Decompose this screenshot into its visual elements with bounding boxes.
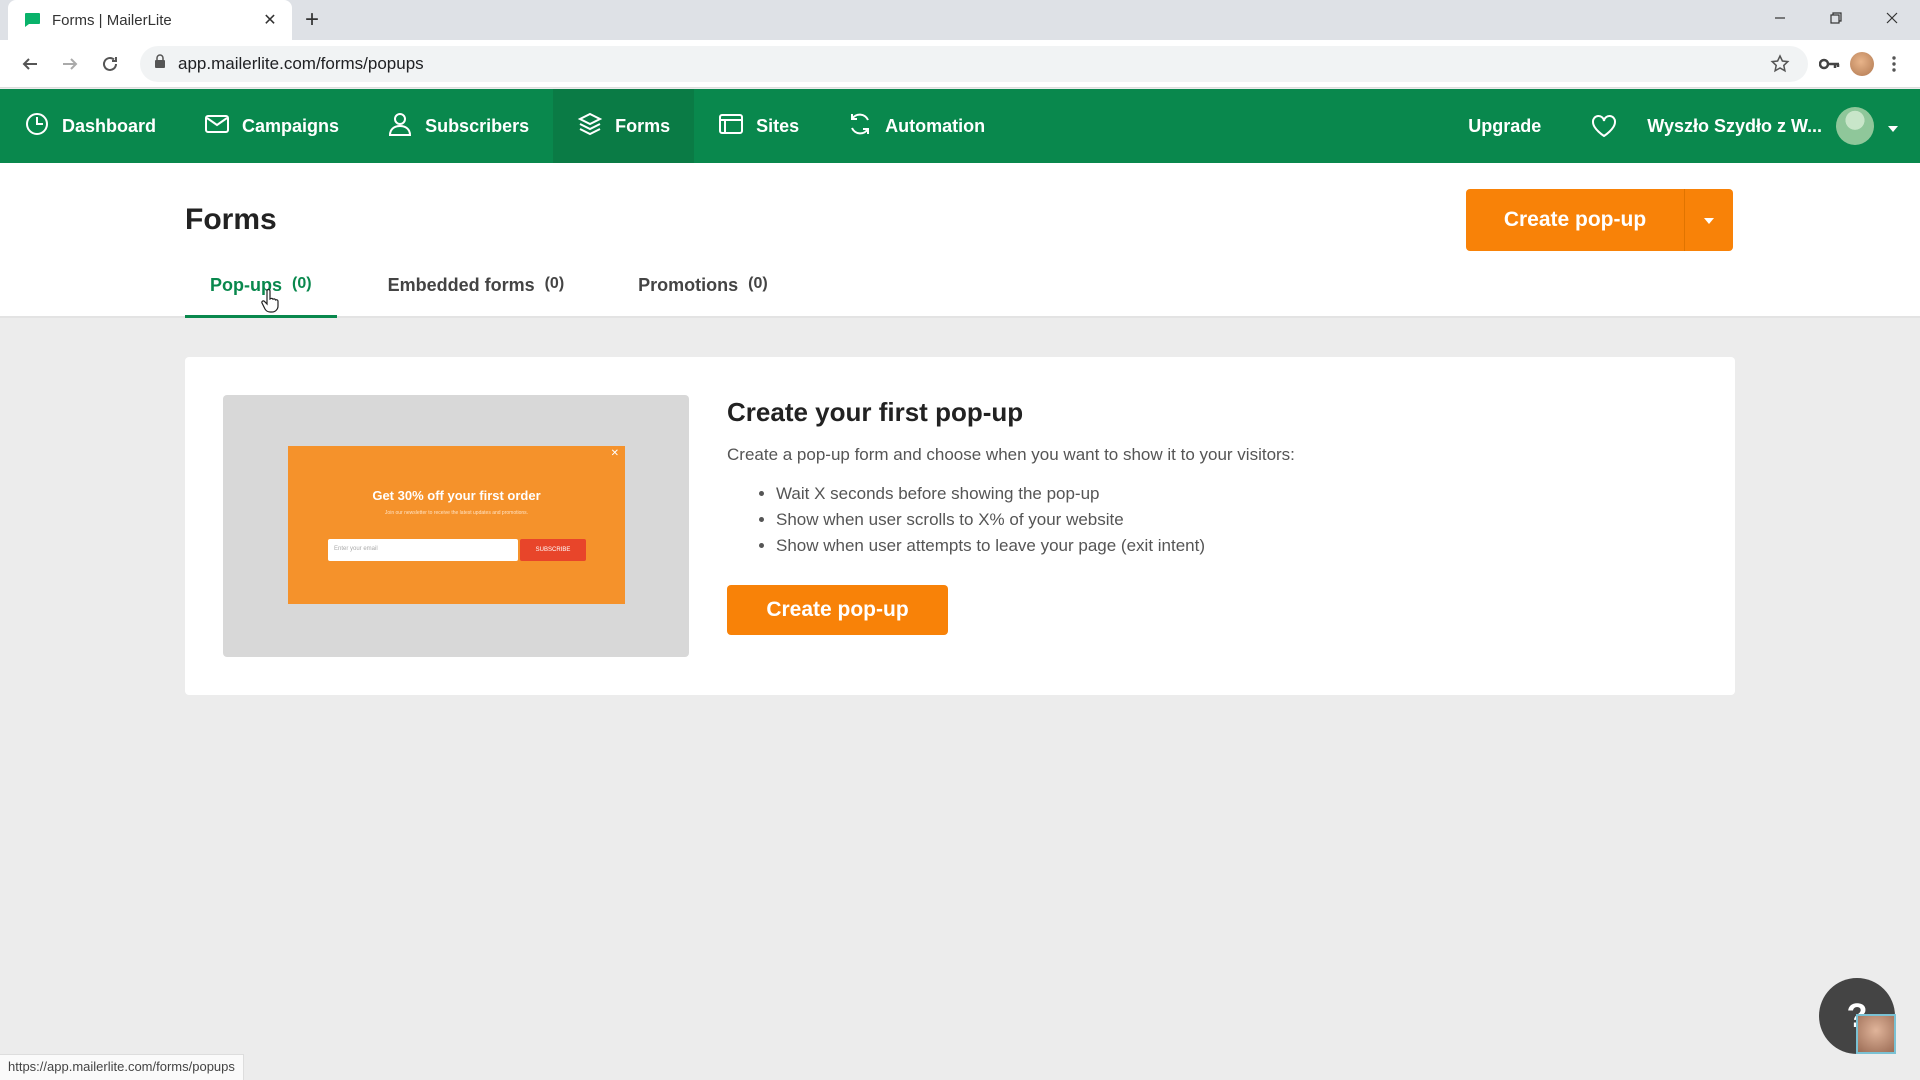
nav-automation-label: Automation — [885, 115, 986, 136]
refresh-icon — [847, 111, 873, 142]
page-title: Forms — [185, 203, 277, 236]
empty-state-card: ✕ Get 30% off your first order Join our … — [185, 357, 1735, 695]
tab-embedded-label: Embedded forms — [387, 275, 535, 295]
account-menu[interactable]: Wyszło Szydło z W... — [1647, 107, 1920, 145]
create-popup-split-button: Create pop-up — [1466, 189, 1733, 251]
bookmark-star-icon[interactable] — [1766, 50, 1794, 78]
mailerlite-favicon-icon — [22, 11, 42, 29]
account-name: Wyszło Szydło z W... — [1647, 115, 1822, 136]
url-text: app.mailerlite.com/forms/popups — [178, 53, 424, 73]
tab-promotions[interactable]: Promotions (0) — [613, 267, 793, 318]
caret-down-icon — [1704, 211, 1714, 229]
nav-subscribers[interactable]: Subscribers — [363, 89, 553, 163]
card-title: Create your first pop-up — [727, 397, 1024, 427]
tab-promotions-count: (0) — [748, 275, 768, 292]
mini-subscribe-button: SUBSCRIBE — [520, 539, 586, 561]
nav-sites-label: Sites — [756, 115, 800, 136]
hand-cursor-icon — [261, 289, 279, 313]
reload-icon[interactable] — [92, 46, 128, 82]
page-header: Forms Create pop-up Pop-ups (0) Embedded… — [0, 163, 1920, 318]
nav-sites[interactable]: Sites — [694, 89, 823, 163]
card-create-popup-button[interactable]: Create pop-up — [727, 585, 948, 635]
window-controls — [1752, 0, 1920, 36]
back-arrow-icon[interactable] — [12, 46, 48, 82]
browser-window-icon — [718, 111, 744, 142]
card-description: Create a pop-up form and choose when you… — [727, 445, 1295, 464]
url-omnibox[interactable]: app.mailerlite.com/forms/popups — [140, 45, 1808, 82]
address-bar: app.mailerlite.com/forms/popups — [0, 40, 1920, 88]
dashboard-icon — [24, 111, 50, 142]
user-icon — [387, 111, 413, 142]
tab-popups-count: (0) — [292, 275, 312, 292]
list-item: Show when user attempts to leave your pa… — [776, 533, 1205, 559]
create-options-dropdown[interactable] — [1684, 189, 1733, 251]
key-icon[interactable] — [1816, 50, 1844, 78]
window-close-icon[interactable] — [1864, 0, 1920, 36]
tab-close-icon[interactable]: ✕ — [258, 8, 282, 32]
mini-popup: ✕ Get 30% off your first order Join our … — [288, 446, 625, 604]
mini-popup-headline: Get 30% off your first order — [372, 488, 541, 503]
browser-toolbar-right — [1816, 50, 1908, 78]
popup-preview-image: ✕ Get 30% off your first order Join our … — [223, 395, 689, 657]
create-popup-button[interactable]: Create pop-up — [1466, 189, 1684, 251]
nav-dashboard[interactable]: Dashboard — [0, 89, 180, 163]
minimize-icon[interactable] — [1752, 0, 1808, 36]
new-tab-plus-icon[interactable]: + — [292, 0, 332, 40]
browser-profile-avatar[interactable] — [1850, 51, 1874, 76]
nav-dashboard-label: Dashboard — [62, 115, 157, 136]
lock-icon — [154, 54, 166, 73]
mini-email-input: Enter your email — [328, 539, 518, 561]
tab-promotions-label: Promotions — [638, 275, 739, 295]
nav-campaigns[interactable]: Campaigns — [180, 89, 363, 163]
list-item: Wait X seconds before showing the pop-up — [776, 481, 1205, 507]
heart-icon[interactable] — [1571, 114, 1647, 138]
browser-menu-icon[interactable] — [1880, 50, 1908, 78]
mini-popup-subtext: Join our newsletter to receive the lates… — [384, 510, 529, 516]
nav-automation[interactable]: Automation — [823, 89, 1009, 163]
tab-embedded-count: (0) — [544, 275, 565, 292]
chevron-down-icon — [1888, 116, 1898, 137]
support-agent-avatar — [1856, 1014, 1896, 1054]
envelope-icon — [204, 111, 230, 142]
forward-arrow-icon[interactable] — [52, 46, 88, 82]
upgrade-link[interactable]: Upgrade — [1438, 116, 1571, 137]
tab-title: Forms | MailerLite — [52, 11, 172, 29]
browser-tab[interactable]: Forms | MailerLite ✕ — [8, 0, 292, 40]
browser-status-bar: https://app.mailerlite.com/forms/popups — [0, 1054, 244, 1080]
browser-tabstrip: Forms | MailerLite ✕ + — [0, 0, 1920, 40]
nav-right: Upgrade Wyszło Szydło z W... — [1438, 89, 1920, 163]
restore-icon[interactable] — [1808, 0, 1864, 36]
account-avatar — [1836, 107, 1874, 145]
app-navbar: Dashboard Campaigns Subscribers Forms Si… — [0, 89, 1920, 163]
mini-close-icon: ✕ — [610, 448, 619, 459]
list-item: Show when user scrolls to X% of your web… — [776, 507, 1205, 533]
nav-forms[interactable]: Forms — [553, 89, 695, 163]
tab-embedded-forms[interactable]: Embedded forms (0) — [363, 267, 590, 318]
trigger-list: Wait X seconds before showing the pop-up… — [776, 481, 1205, 559]
nav-campaigns-label: Campaigns — [242, 115, 340, 136]
layers-icon — [577, 111, 603, 142]
nav-subscribers-label: Subscribers — [425, 115, 530, 136]
nav-forms-label: Forms — [615, 115, 671, 136]
